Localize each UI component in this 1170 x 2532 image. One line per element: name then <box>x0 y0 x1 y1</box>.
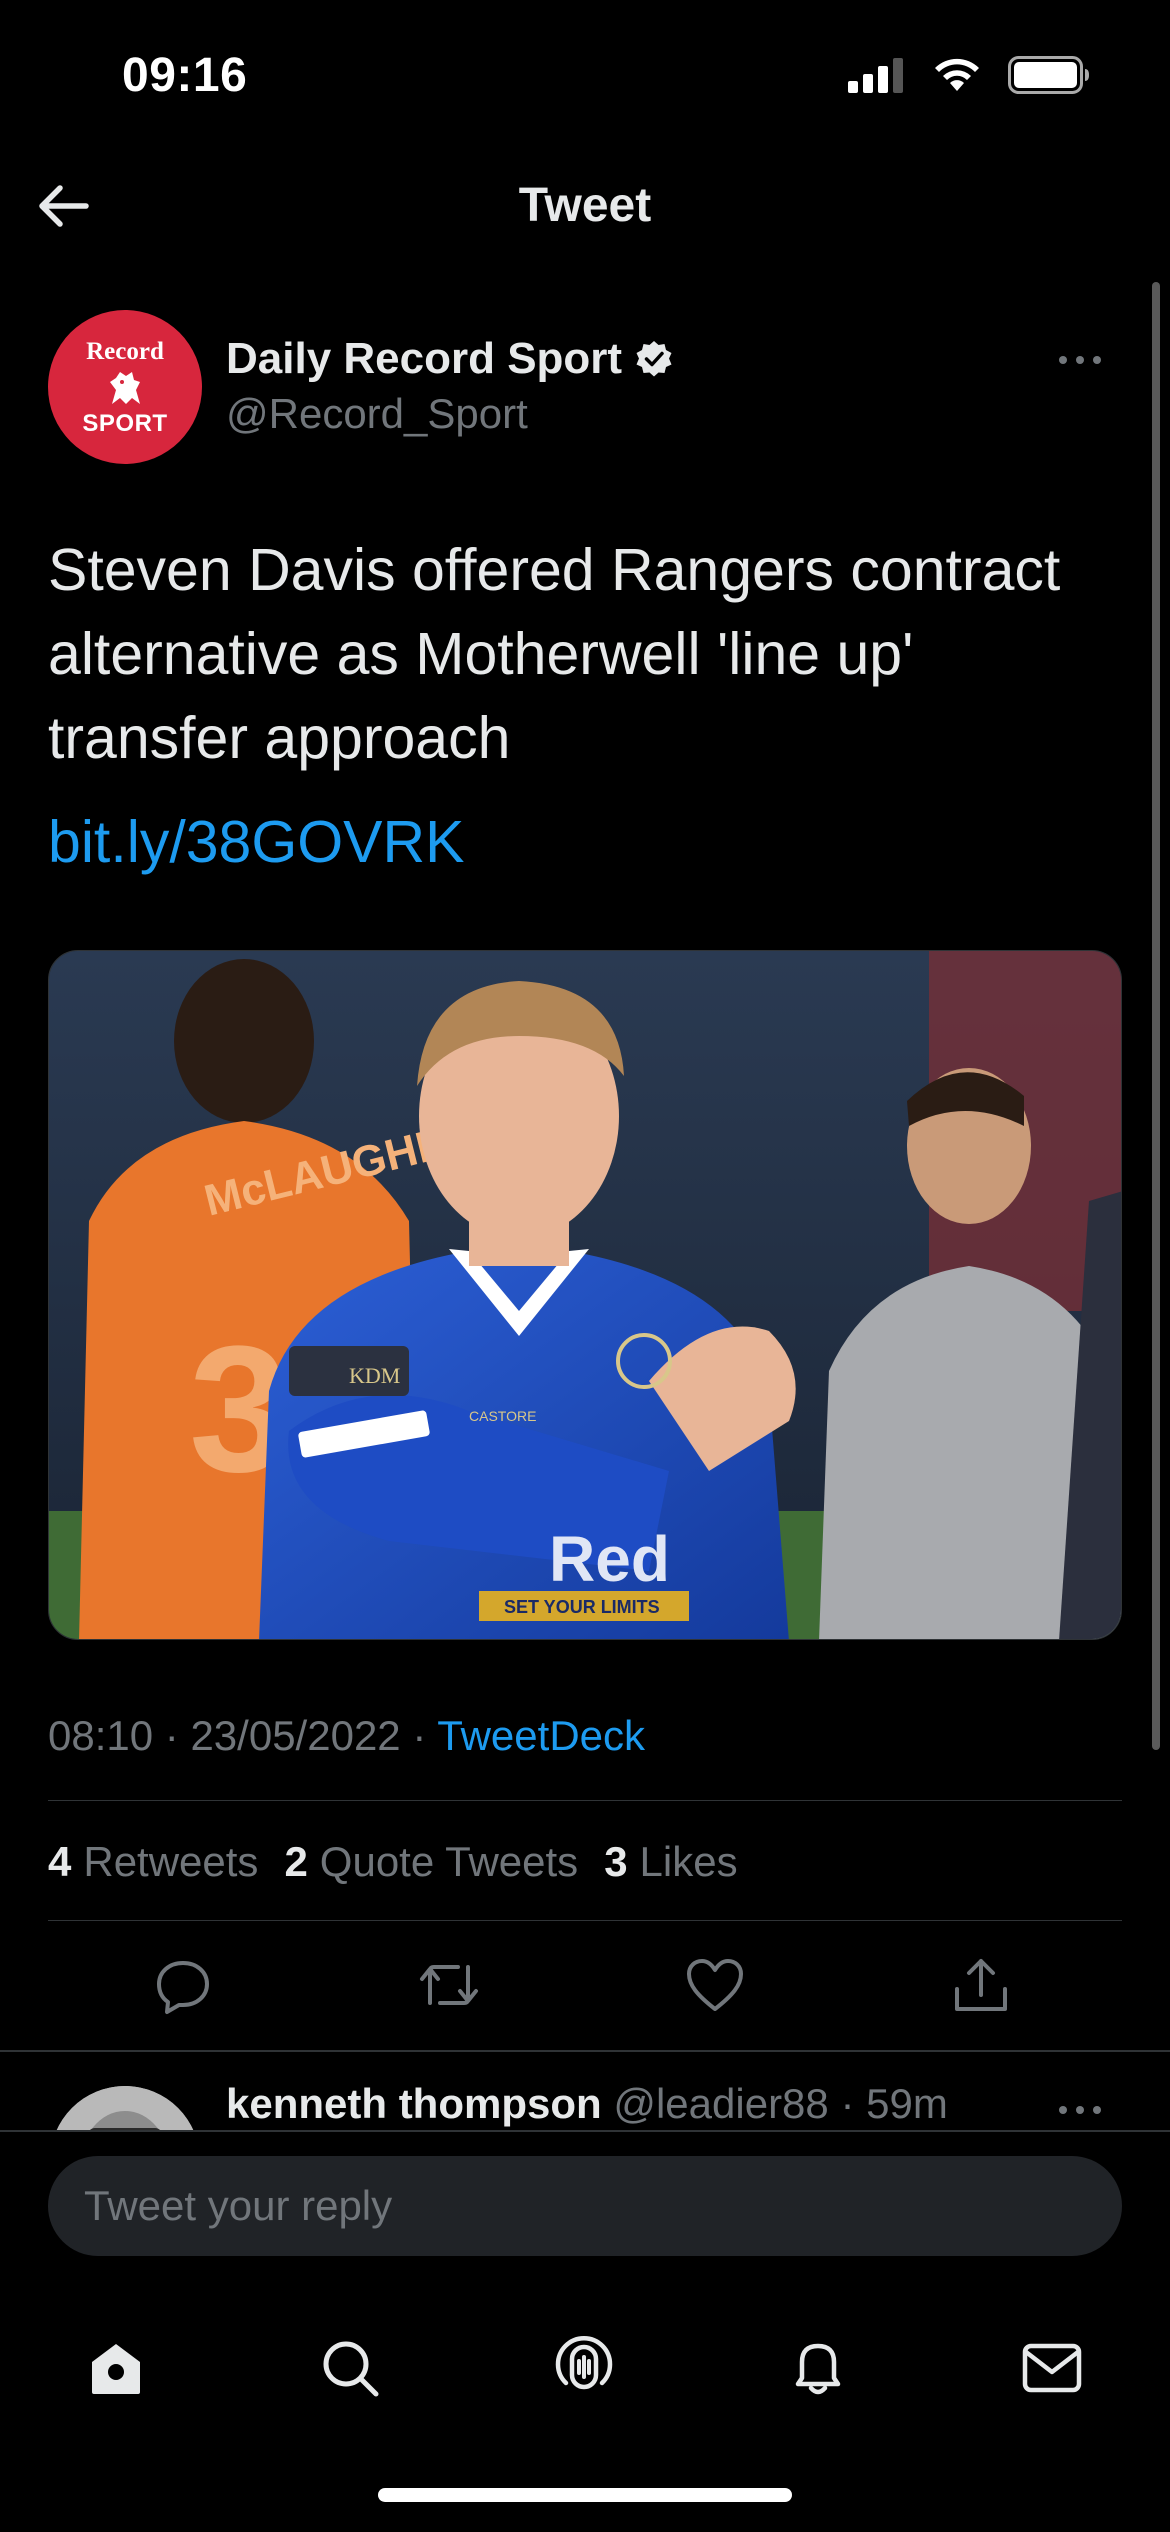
wifi-icon <box>935 58 979 91</box>
status-time: 09:16 <box>122 49 248 102</box>
tweet-link[interactable]: bit.ly/38GOVRK <box>48 808 464 876</box>
home-icon <box>92 2344 140 2394</box>
reply-button[interactable] <box>148 1950 218 2020</box>
nav-search[interactable] <box>300 2318 400 2418</box>
verified-badge-icon <box>636 341 672 377</box>
more-horizontal-icon <box>1059 356 1101 364</box>
author-handle[interactable]: @Record_Sport <box>226 390 528 438</box>
avatar-logo-bottom-text: SPORT <box>82 409 168 437</box>
reply-more-button[interactable] <box>1050 2090 1110 2130</box>
meta-separator: · <box>164 1712 179 1759</box>
heart-icon <box>687 1959 743 2011</box>
tweet-source-link[interactable]: TweetDeck <box>437 1712 645 1759</box>
cellular-signal-icon <box>848 58 903 93</box>
spaces-microphone-icon <box>555 2335 613 2390</box>
author-name[interactable]: Daily Record Sport <box>226 334 674 384</box>
sleeve-sponsor-text: KDM <box>349 1363 400 1388</box>
author-name-text: Daily Record Sport <box>226 334 623 383</box>
likes-count: 3 <box>604 1838 628 1885</box>
battery-icon <box>1008 56 1089 94</box>
scrollbar[interactable] <box>1152 282 1160 1750</box>
share-button[interactable] <box>946 1950 1016 2020</box>
quote-tweets-stat[interactable]: 2 Quote Tweets <box>284 1838 578 1886</box>
nav-spaces[interactable] <box>534 2318 634 2418</box>
tweet-time: 08:10 <box>48 1712 154 1759</box>
quote-tweets-count: 2 <box>284 1838 308 1885</box>
tweet-text: Steven Davis offered Rangers contract al… <box>48 537 1061 771</box>
shirt-tagline-text: SET YOUR LIMITS <box>504 1597 660 1617</box>
shirt-sponsor-text: Red <box>549 1523 670 1595</box>
nav-notifications[interactable] <box>768 2318 868 2418</box>
lion-emblem-icon <box>110 371 140 404</box>
tweet-photo[interactable]: McLAUGHLIN 3 KDM CASTORE Red SET YOUR LI… <box>48 950 1122 1640</box>
search-icon <box>323 2341 379 2397</box>
page-title: Tweet <box>518 179 652 232</box>
author-avatar[interactable]: Record SPORT <box>48 310 202 464</box>
tweet-timestamp: 08:10 · 23/05/2022 · TweetDeck <box>48 1712 645 1760</box>
divider <box>48 1920 1122 1921</box>
tweet-stats: 4 Retweets 2 Quote Tweets 3 Likes <box>48 1838 738 1886</box>
section-divider <box>0 2050 1170 2052</box>
likes-label: Likes <box>639 1838 738 1885</box>
kit-brand-text: CASTORE <box>469 1408 536 1424</box>
reply-input[interactable] <box>48 2156 1122 2256</box>
football-player-photo: McLAUGHLIN 3 KDM CASTORE Red SET YOUR LI… <box>49 951 1121 1639</box>
bell-icon <box>795 2343 841 2395</box>
retweet-icon <box>420 1965 478 2005</box>
nav-home[interactable] <box>66 2318 166 2418</box>
tweet-actions <box>48 1950 1122 2020</box>
meta-separator: · <box>412 1712 427 1759</box>
more-horizontal-icon <box>1059 2106 1101 2114</box>
retweet-button[interactable] <box>414 1950 484 2020</box>
bottom-nav <box>0 2318 1170 2418</box>
reply-author-name: kenneth thompson <box>226 2080 602 2127</box>
tweet-date: 23/05/2022 <box>190 1712 401 1759</box>
reply-icon <box>157 1961 209 2014</box>
likes-stat[interactable]: 3 Likes <box>604 1838 737 1886</box>
divider <box>48 1800 1122 1801</box>
avatar-logo-top-text: Record <box>86 337 164 365</box>
mail-icon <box>1022 2343 1082 2393</box>
nav-messages[interactable] <box>1002 2318 1102 2418</box>
retweets-label: Retweets <box>83 1838 259 1885</box>
reply-time: 59m <box>866 2080 948 2127</box>
reply-separator: · <box>840 2080 855 2127</box>
like-button[interactable] <box>680 1950 750 2020</box>
status-icons <box>848 56 1090 94</box>
quote-tweets-label: Quote Tweets <box>319 1838 579 1885</box>
tweet-more-button[interactable] <box>1050 340 1110 380</box>
retweets-stat[interactable]: 4 Retweets <box>48 1838 258 1886</box>
share-icon <box>955 1959 1007 2011</box>
retweets-count: 4 <box>48 1838 72 1885</box>
reply-author-handle: @leadier88 <box>613 2080 829 2127</box>
home-indicator[interactable] <box>378 2488 792 2502</box>
reply-header[interactable]: kenneth thompson @leadier88 · 59m <box>226 2080 948 2128</box>
